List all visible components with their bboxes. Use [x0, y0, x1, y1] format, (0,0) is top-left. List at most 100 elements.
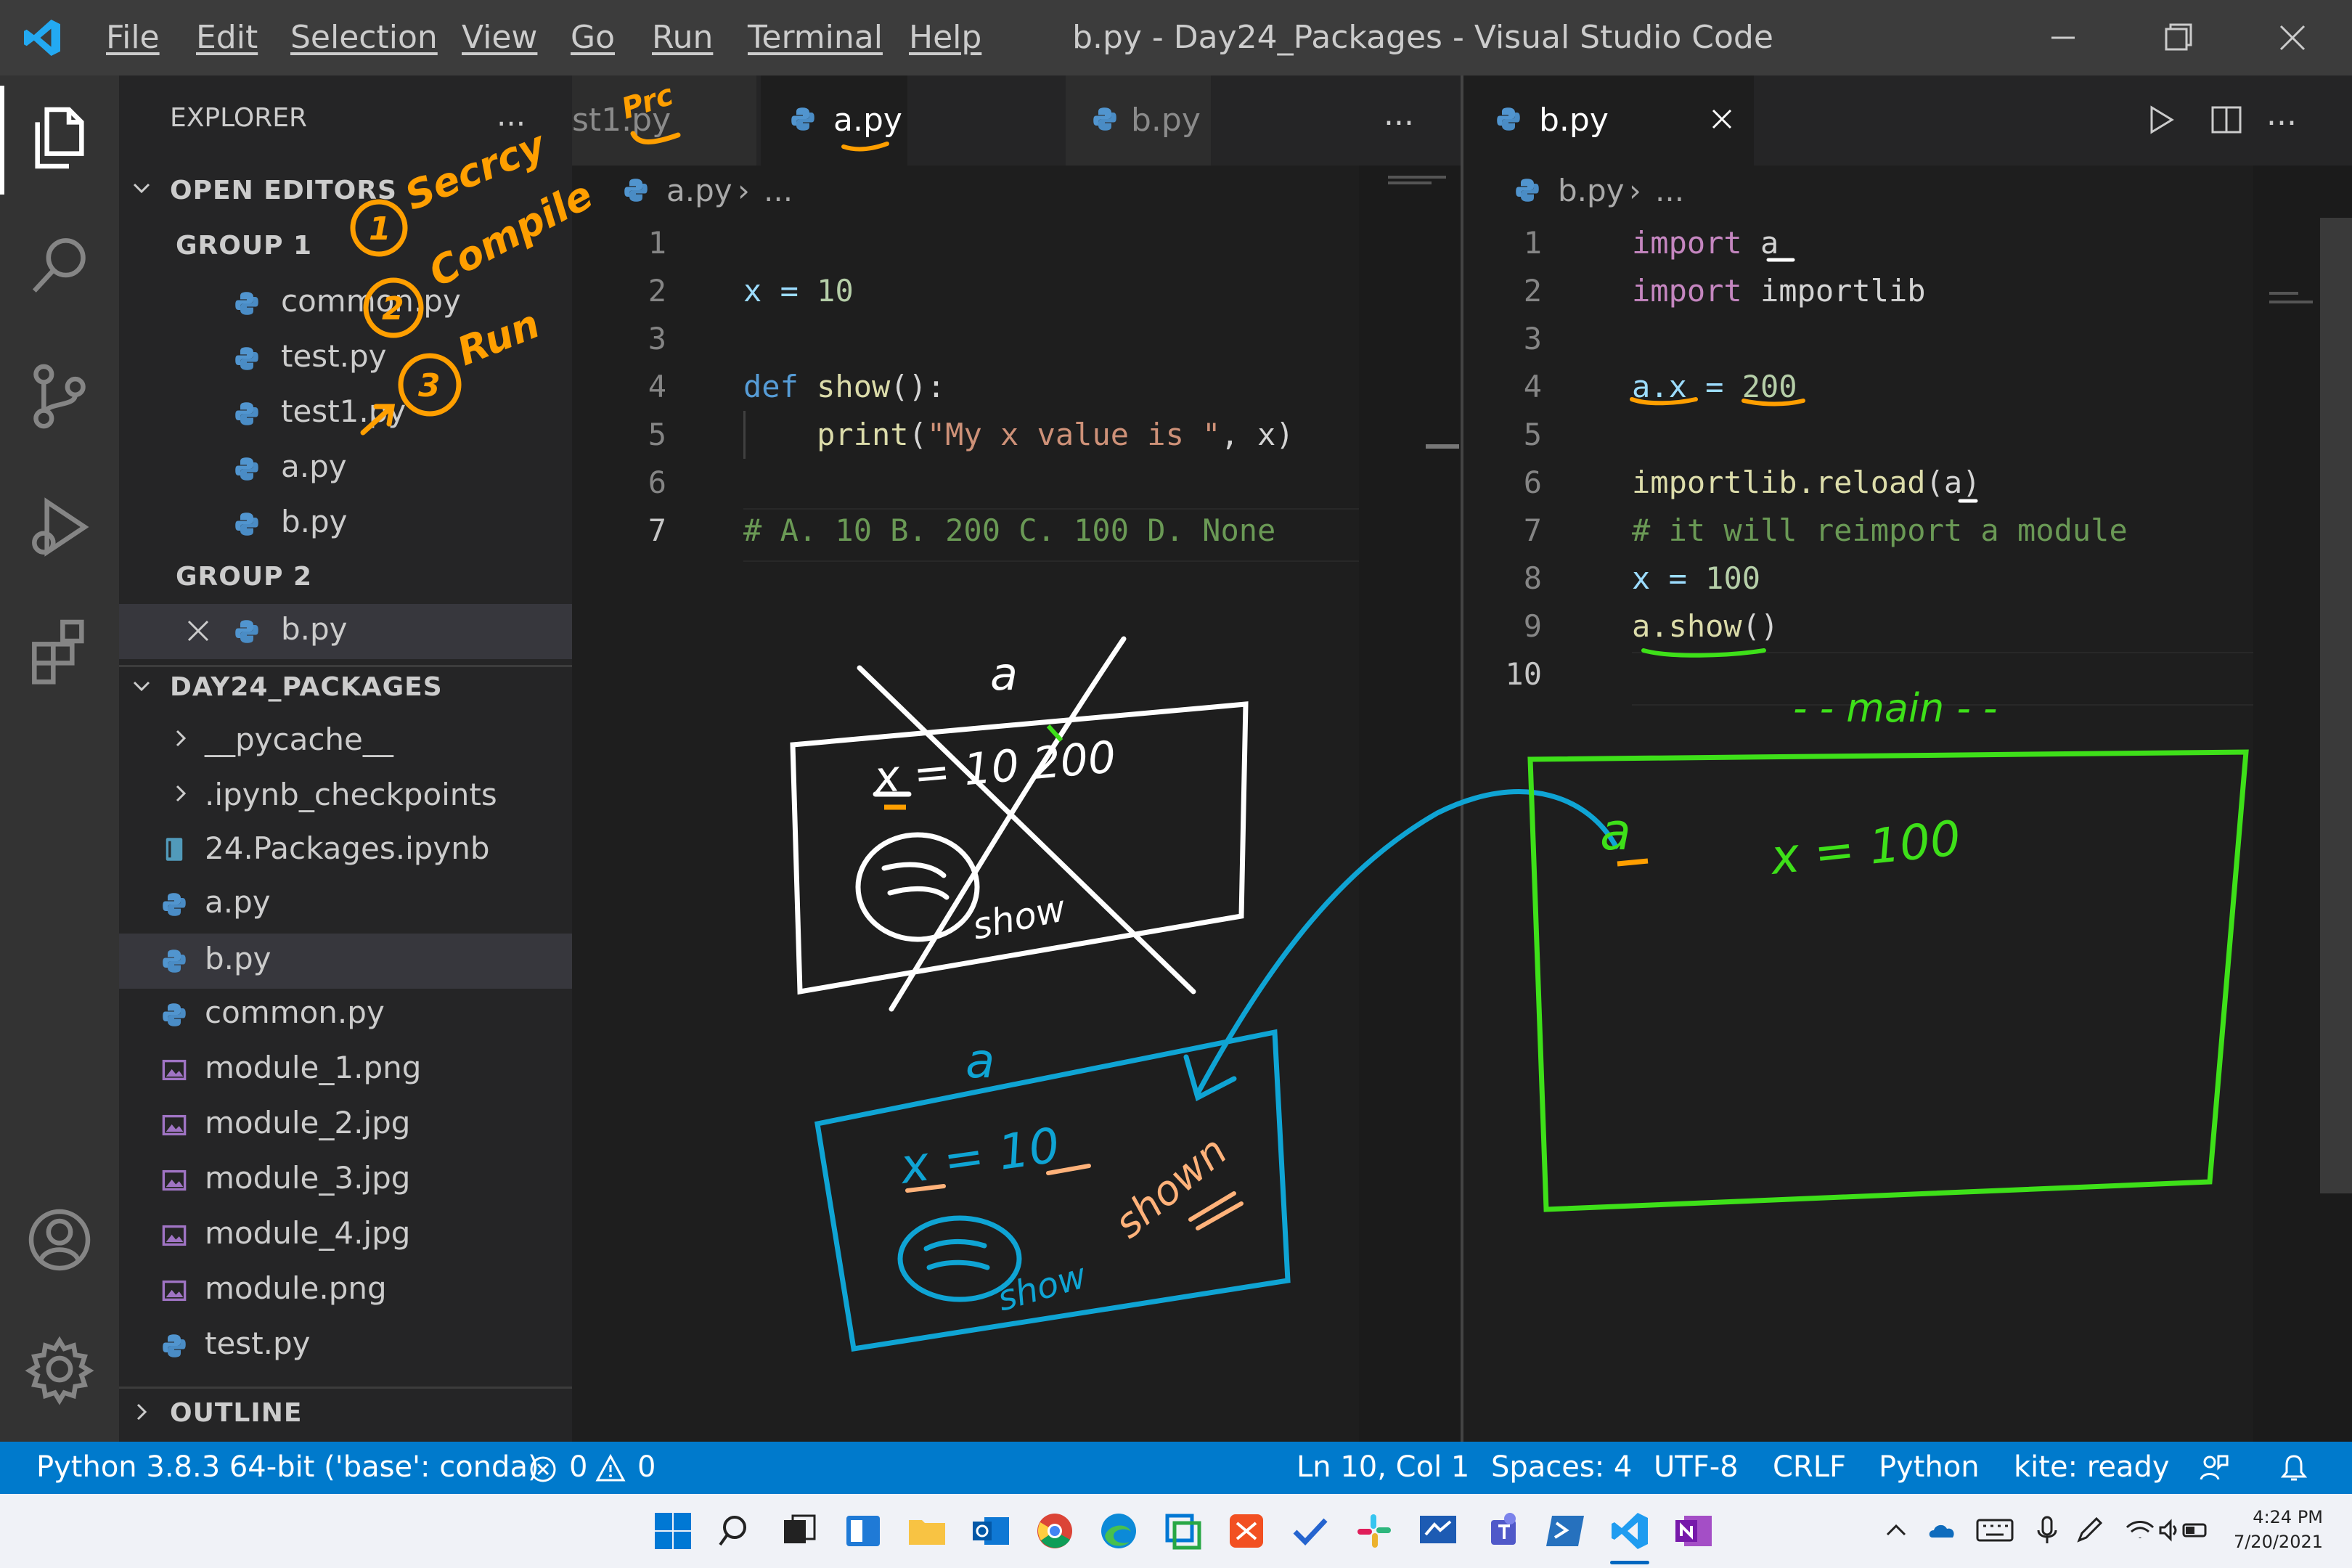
code-line[interactable]: x = 10 [743, 273, 854, 309]
whiteboard-icon[interactable] [1417, 1510, 1459, 1552]
editor-more-button[interactable]: ... [1384, 96, 1414, 133]
indentation[interactable]: Spaces: 4 [1491, 1450, 1632, 1484]
windows-start-icon[interactable] [652, 1510, 694, 1552]
onedrive-icon[interactable] [1927, 1514, 1959, 1546]
menu-go[interactable]: Go [571, 19, 615, 56]
breadcrumb-file[interactable]: b.py [1558, 173, 1625, 208]
chrome-icon[interactable] [1034, 1510, 1076, 1552]
error-count: 0 [569, 1450, 588, 1484]
code-line[interactable]: # it will reimport a module [1632, 513, 2128, 548]
windows-taskbar: 4:24 PM 7/20/2021 [0, 1494, 2352, 1568]
cursor-position[interactable]: Ln 10, Col 1 [1297, 1450, 1469, 1484]
code-line[interactable]: def show(): [743, 369, 945, 404]
scrollbar-thumb[interactable] [2320, 218, 2352, 1193]
code-line[interactable]: import a [1632, 225, 1779, 261]
code-line[interactable]: print("My x value is ", x) [743, 417, 1294, 452]
open-editors-header[interactable]: OPEN EDITORS [170, 176, 397, 205]
folder-label: .ipynb_checkpoints [205, 777, 497, 812]
python-file-icon [1497, 107, 1520, 131]
microphone-icon[interactable] [2033, 1514, 2062, 1546]
clock-date[interactable]: 7/20/2021 [2221, 1532, 2323, 1552]
code-line[interactable]: a.show() [1632, 608, 1779, 644]
explorer-more-button[interactable]: ... [497, 97, 526, 133]
menu-run[interactable]: Run [652, 19, 713, 56]
vscode-taskbar-icon[interactable] [1609, 1510, 1651, 1552]
minimap[interactable] [1359, 166, 1461, 1517]
settings-gear-icon[interactable] [22, 1331, 97, 1407]
notifications-bell-icon[interactable] [2278, 1452, 2310, 1484]
open-editor-label: b.py [281, 504, 348, 539]
tab-b-py[interactable]: b.py [1066, 75, 1211, 166]
chevron-down-icon[interactable] [131, 177, 152, 199]
folder-header[interactable]: DAY24_PACKAGES [170, 672, 443, 702]
menu-edit[interactable]: Edit [196, 19, 258, 56]
account-icon[interactable] [22, 1202, 97, 1278]
code-line[interactable]: # A. 10 B. 200 C. 100 D. None [743, 513, 1275, 548]
line-number: 3 [648, 321, 666, 356]
breadcrumb-rest[interactable]: ... [1655, 173, 1684, 208]
restore-button[interactable] [2149, 13, 2207, 62]
run-debug-icon[interactable] [22, 489, 97, 565]
chevron-right-icon[interactable] [131, 1401, 152, 1423]
code-line[interactable]: x = 100 [1632, 560, 1760, 596]
extensions-icon[interactable] [22, 613, 97, 688]
chevron-up-icon[interactable] [1882, 1516, 1911, 1545]
tab-a-py[interactable]: a.py [761, 75, 907, 166]
clock-time[interactable]: 4:24 PM [2221, 1507, 2323, 1527]
feedback-icon[interactable] [2198, 1452, 2230, 1484]
task-view-icon[interactable] [778, 1510, 820, 1552]
powershell-icon[interactable] [1545, 1510, 1587, 1552]
chevron-down-icon[interactable] [131, 675, 152, 697]
outlook-icon[interactable] [970, 1510, 1012, 1552]
breadcrumb-separator: › [1629, 173, 1641, 208]
open-editor-item-selected[interactable]: b.py [119, 604, 572, 659]
explorer-icon[interactable] [22, 100, 97, 176]
tab-test1[interactable]: st1.py [572, 75, 756, 166]
title-bar: File Edit Selection View Go Run Terminal… [0, 0, 2352, 75]
windows-terminal-icon[interactable] [1161, 1510, 1204, 1552]
file-label: module_4.jpg [205, 1215, 411, 1251]
menu-file[interactable]: File [106, 19, 160, 56]
edge-icon[interactable] [1098, 1510, 1140, 1552]
python-interpreter[interactable]: Python 3.8.3 64-bit ('base': conda) [36, 1450, 539, 1484]
menu-terminal[interactable]: Terminal [748, 19, 883, 56]
code-line[interactable]: a.x = 200 [1632, 369, 1797, 404]
teams-icon[interactable] [1481, 1510, 1523, 1552]
widgets-icon[interactable] [842, 1510, 884, 1552]
kite-status[interactable]: kite: ready [2014, 1450, 2170, 1484]
minimize-button[interactable] [2034, 13, 2092, 62]
tab-b-py-active[interactable]: b.py [1463, 75, 1754, 166]
close-icon[interactable] [186, 618, 211, 643]
pen-icon[interactable] [2073, 1514, 2105, 1546]
breadcrumb-rest[interactable]: ... [764, 173, 793, 208]
menu-view[interactable]: View [462, 19, 537, 56]
menu-help[interactable]: Help [909, 19, 981, 56]
language-mode[interactable]: Python [1879, 1450, 1980, 1484]
source-control-icon[interactable] [22, 359, 97, 434]
wifi-volume-battery-icon[interactable] [2124, 1514, 2211, 1546]
close-window-button[interactable] [2263, 13, 2322, 62]
editor-more-button[interactable]: ... [2266, 96, 2297, 133]
app-orange-icon[interactable] [1225, 1510, 1267, 1552]
slack-icon[interactable] [1353, 1510, 1395, 1552]
open-editor-label: a.py [281, 449, 347, 484]
close-tab-icon[interactable] [1710, 107, 1734, 131]
outline-header[interactable]: OUTLINE [170, 1398, 302, 1428]
end-of-line[interactable]: CRLF [1773, 1450, 1846, 1484]
keyboard-icon[interactable] [1976, 1514, 2014, 1546]
onenote-icon[interactable] [1673, 1510, 1715, 1552]
todo-icon[interactable] [1289, 1510, 1331, 1552]
breadcrumb-file[interactable]: a.py [666, 173, 732, 208]
search-icon[interactable] [22, 228, 97, 303]
file-explorer-icon[interactable] [906, 1510, 948, 1552]
menu-selection[interactable]: Selection [290, 19, 438, 56]
section-divider [119, 1387, 572, 1389]
encoding[interactable]: UTF-8 [1654, 1450, 1739, 1484]
file-item-selected[interactable]: b.py [119, 934, 572, 989]
split-editor-icon[interactable] [2210, 103, 2243, 136]
run-file-icon[interactable] [2144, 103, 2178, 136]
folder-label: __pycache__ [205, 722, 393, 757]
code-line[interactable]: import importlib [1632, 273, 1926, 309]
code-line[interactable]: importlib.reload(a) [1632, 465, 1980, 500]
search-icon[interactable] [716, 1510, 758, 1552]
